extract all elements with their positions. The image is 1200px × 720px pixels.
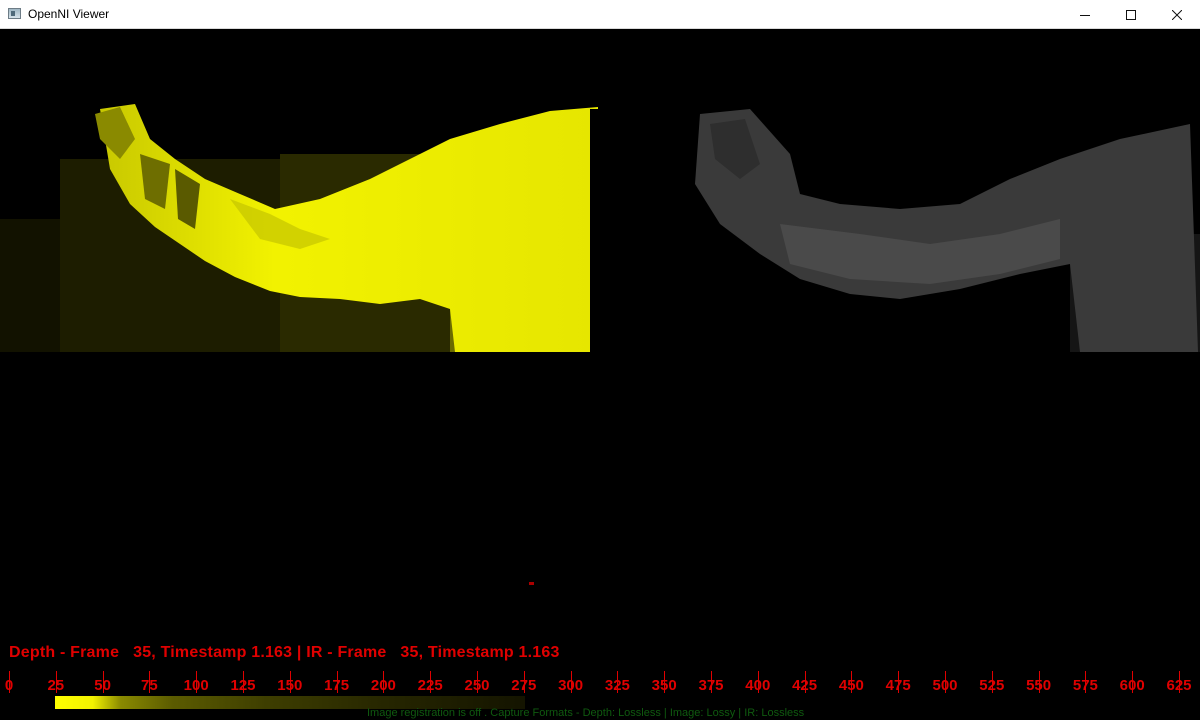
- ruler-tick-label: 175: [324, 677, 350, 694]
- ruler-tick-label: 150: [277, 677, 303, 694]
- ruler-tick-label: 350: [651, 677, 677, 694]
- ruler-tick-label: 525: [979, 677, 1005, 694]
- ruler-tick-label: 225: [417, 677, 443, 694]
- maximize-button[interactable]: [1108, 0, 1154, 29]
- window-title: OpenNI Viewer: [28, 7, 110, 21]
- ruler-tick-label: 0: [4, 677, 14, 694]
- ruler-tick-label: 325: [604, 677, 630, 694]
- ruler-tick-label: 300: [558, 677, 584, 694]
- frame-status-text: Depth - Frame 35, Timestamp 1.163 | IR -…: [9, 644, 560, 661]
- depth-view: [0, 99, 600, 352]
- viewer-canvas[interactable]: Depth - Frame 35, Timestamp 1.163 | IR -…: [0, 29, 1200, 720]
- ir-view: [600, 84, 1200, 352]
- ruler-tick-label: 200: [370, 677, 396, 694]
- ruler-tick-label: 375: [698, 677, 724, 694]
- ruler-tick-label: 400: [745, 677, 771, 694]
- ruler-tick-label: 600: [1119, 677, 1145, 694]
- ruler-tick-label: 475: [885, 677, 911, 694]
- ruler-tick-label: 275: [511, 677, 537, 694]
- ruler-tick-label: 100: [183, 677, 209, 694]
- ruler-tick-label: 550: [1026, 677, 1052, 694]
- ruler-tick-label: 250: [464, 677, 490, 694]
- cursor-marker: [529, 582, 534, 585]
- ruler-tick-label: 125: [230, 677, 256, 694]
- ruler-tick-label: 75: [141, 677, 158, 694]
- capture-formats-footer: Image registration is off . Capture Form…: [367, 707, 805, 719]
- minimize-button[interactable]: [1062, 0, 1108, 29]
- minimize-icon: [1080, 14, 1090, 16]
- app-icon: [8, 8, 21, 19]
- close-button[interactable]: [1154, 0, 1200, 29]
- ruler-tick-label: 575: [1072, 677, 1098, 694]
- ruler-tick-label: 25: [47, 677, 65, 694]
- ruler-tick-label: 500: [932, 677, 958, 694]
- ruler-tick-label: 625: [1166, 677, 1192, 694]
- close-icon: [1172, 9, 1182, 20]
- maximize-icon: [1126, 9, 1136, 20]
- ruler-tick-label: 50: [94, 677, 111, 694]
- ruler-tick-label: 450: [838, 677, 864, 694]
- title-bar: OpenNI Viewer: [0, 0, 1200, 29]
- ruler-tick-label: 425: [792, 677, 818, 694]
